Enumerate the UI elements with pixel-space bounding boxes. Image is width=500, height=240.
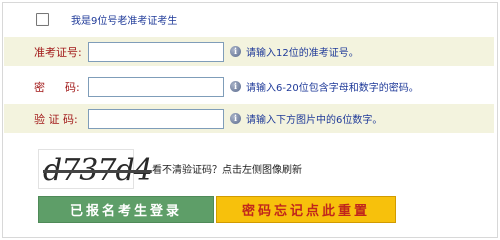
captcha-refresh-hint: 看不清验证码？点击左侧图像刷新 [152,165,302,176]
password-label: 密码: [34,80,80,94]
info-icon: i [230,113,241,124]
captcha-label: 验 证 码: [34,112,78,126]
password-row: 密码: i 请输入6-20位包含字母和数字的密码。 [4,72,494,101]
password-hint: 请输入6-20位包含字母和数字的密码。 [246,83,419,94]
registered-login-button[interactable]: 已报名考生登录 [38,196,214,223]
old-candidate-row: 我是9位号老准考证考生 [36,10,177,28]
captcha-hint-text: 请输入下方图片中的6位数字。 [246,115,383,126]
exam-number-input[interactable] [88,41,224,62]
old-candidate-checkbox[interactable] [36,12,49,26]
captcha-row: 验 证 码: i 请输入下方图片中的6位数字。 [4,104,494,133]
captcha-image[interactable]: d737d4 [38,149,153,189]
old-candidate-label[interactable]: 我是9位号老准考证考生 [71,12,177,27]
password-input[interactable] [88,76,224,97]
exam-number-label: 准考证号: [34,45,82,59]
exam-number-row: 准考证号: i 请输入12位的准考证号。 [4,37,494,66]
exam-number-hint: 请输入12位的准考证号。 [246,48,359,59]
info-icon: i [230,46,241,57]
password-reset-button[interactable]: 密码忘记点此重置 [216,196,396,223]
info-icon: i [230,81,241,92]
captcha-image-text: d737d4 [43,153,153,188]
captcha-input[interactable] [88,108,224,129]
